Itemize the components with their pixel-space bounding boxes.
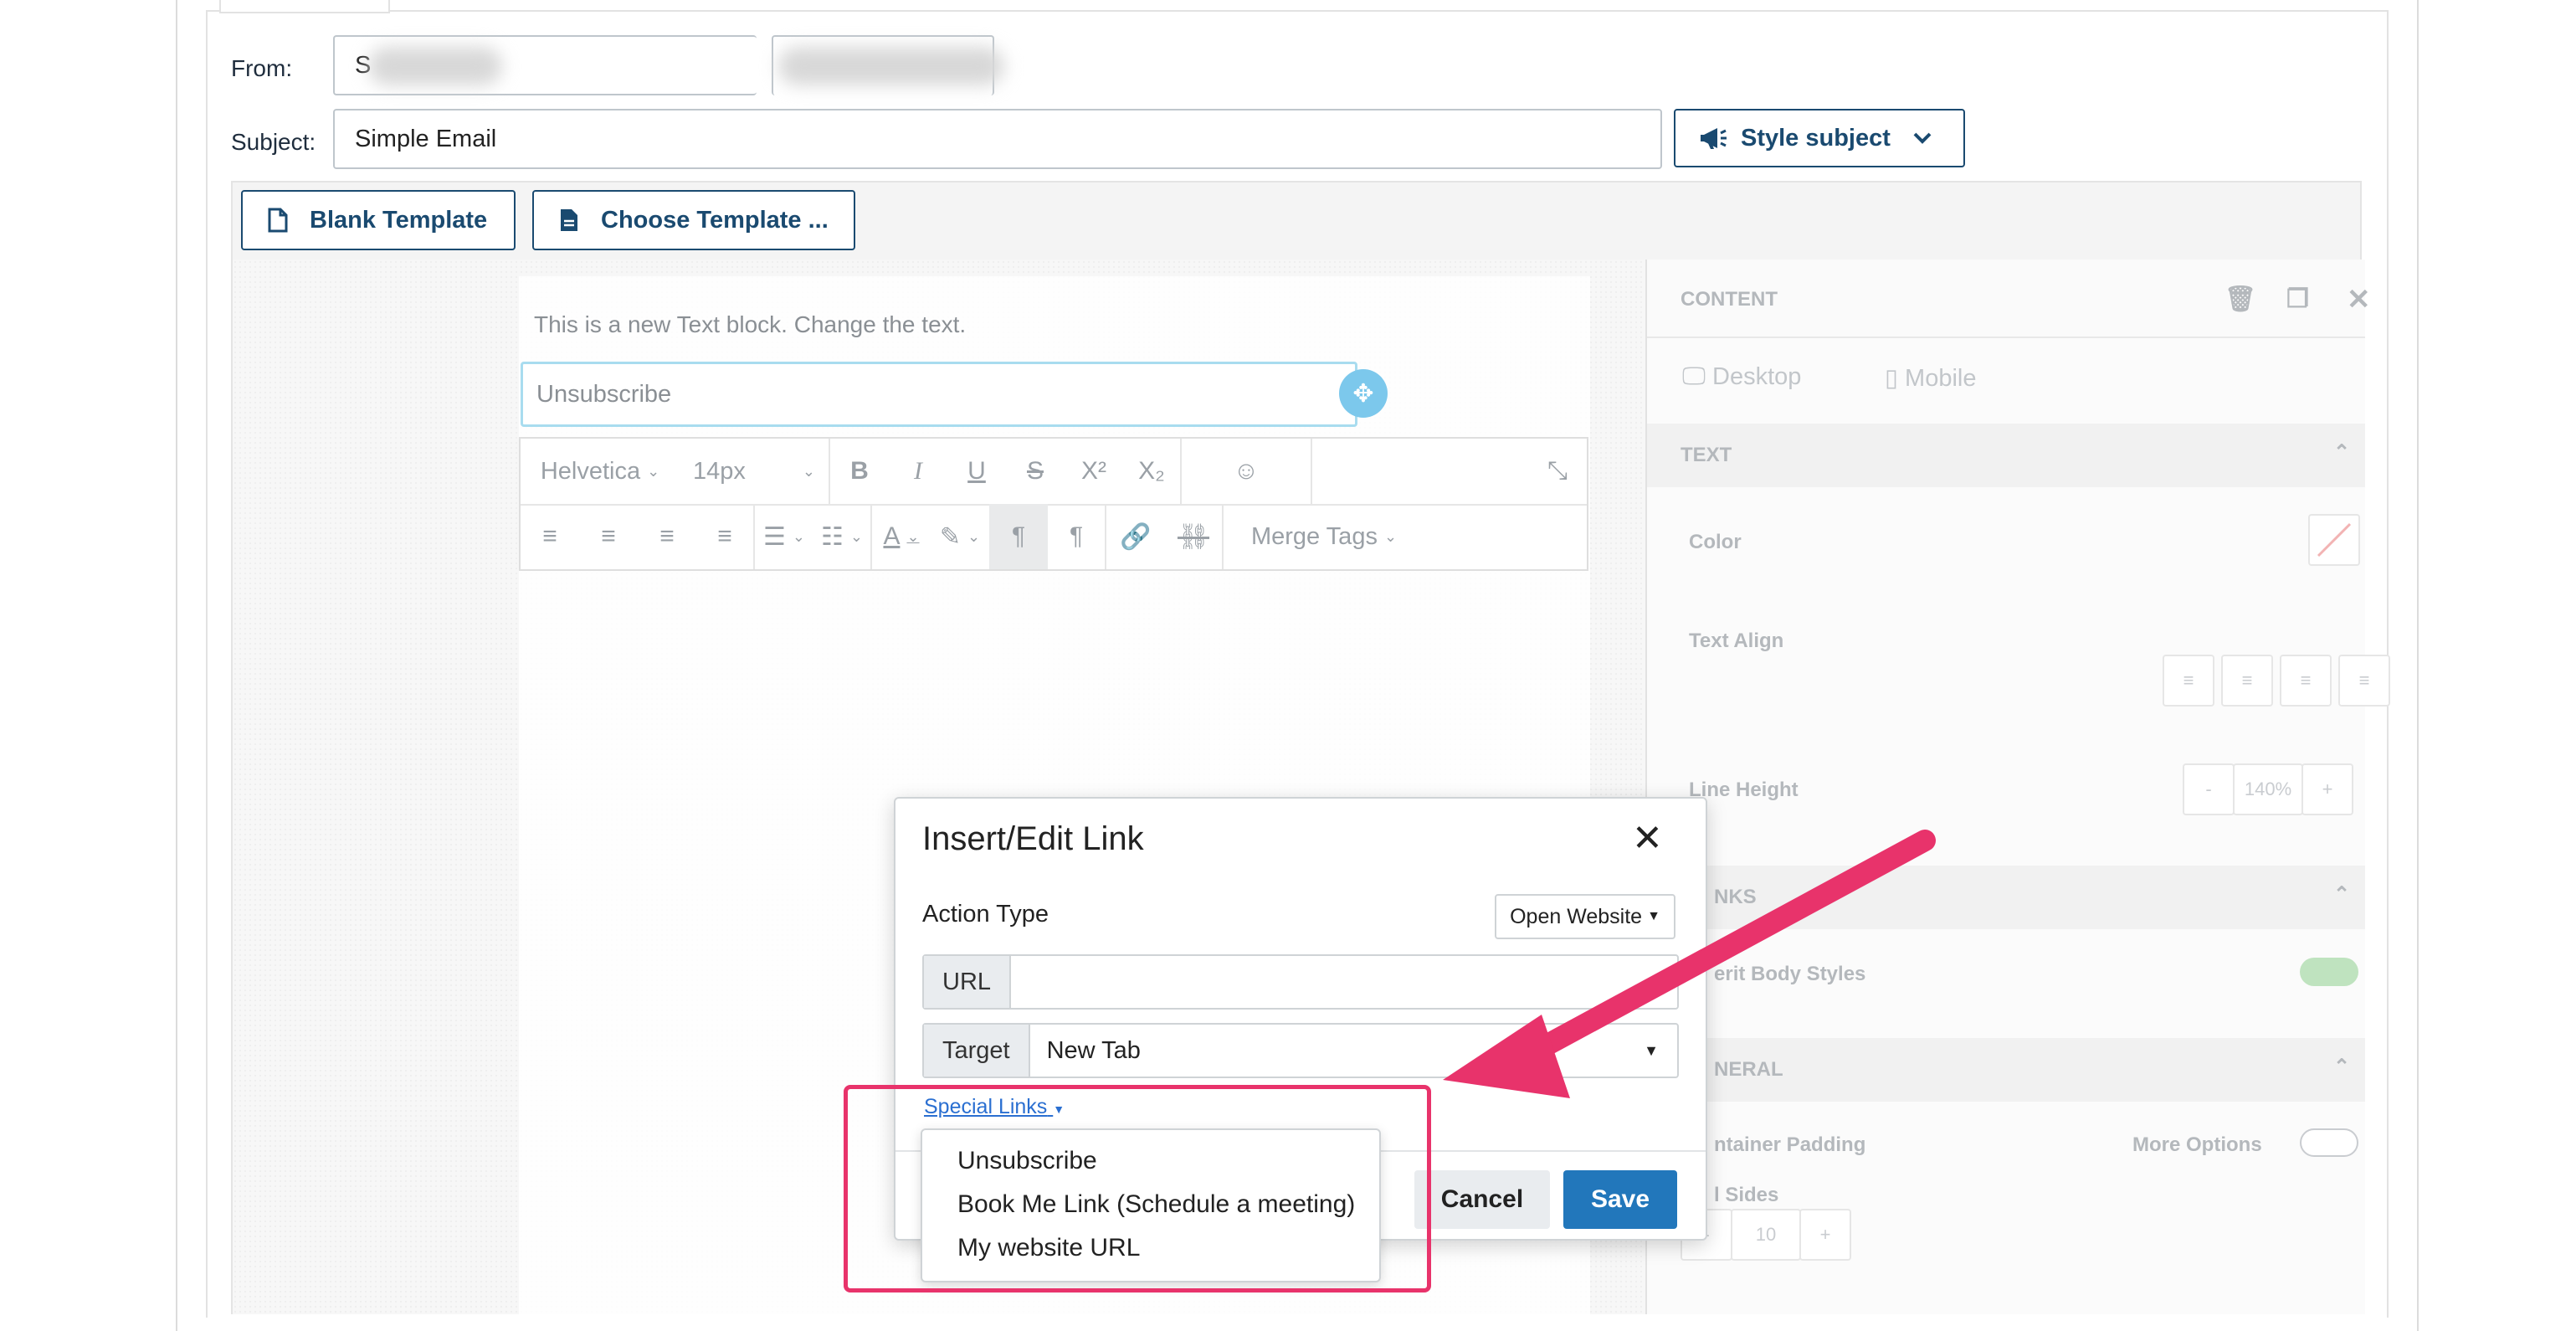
annotation-arrow <box>1443 830 1936 1098</box>
